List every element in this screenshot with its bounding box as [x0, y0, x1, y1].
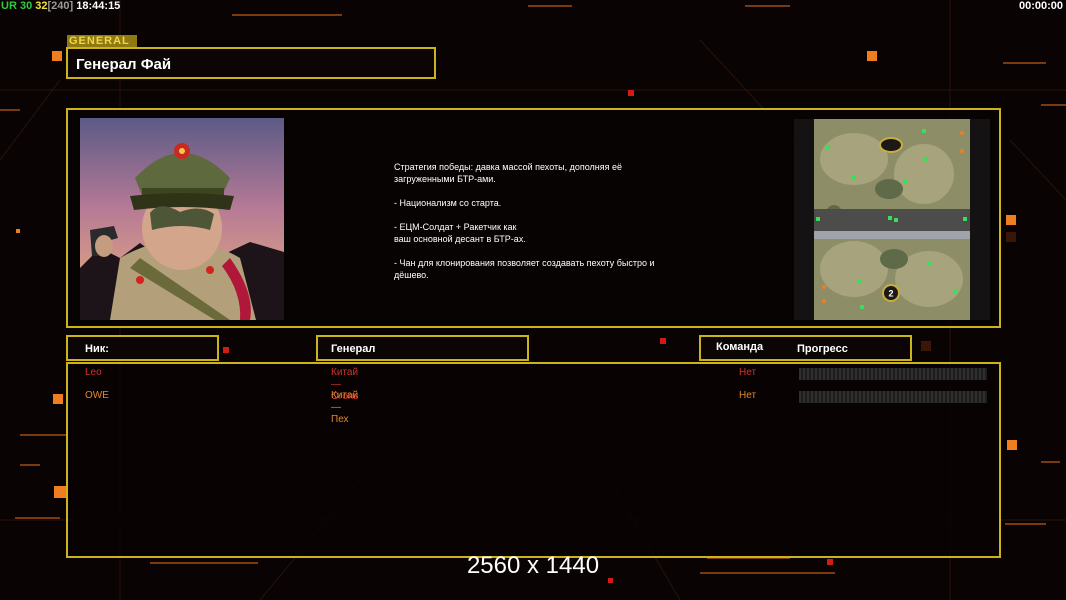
ur-label: UR: [1, 0, 17, 12]
fps-value: 32: [35, 0, 48, 12]
minimap: 2: [794, 119, 990, 320]
general-badge: GENERAL: [67, 35, 137, 47]
general-portrait: [80, 118, 284, 320]
ur-value: 30: [19, 0, 33, 12]
resolution-label: 2560 x 1440: [466, 552, 600, 579]
nick-header-label: Ник:: [85, 343, 109, 355]
general-title-frame: Генерал Фай: [66, 47, 436, 79]
clock: 18:44:15: [76, 0, 121, 12]
player-team: Нет: [739, 390, 757, 401]
nick-column-header: Ник:: [66, 335, 219, 361]
player-nick: Leo: [85, 367, 102, 378]
player-progress-bar: [799, 368, 987, 380]
team-header-label: Команда: [716, 341, 764, 353]
team-progress-column-header: Команда Прогресс: [699, 335, 912, 361]
general-name: Генерал Фай: [76, 56, 172, 73]
progress-header-label: Прогресс: [797, 343, 848, 355]
fps-counter: UR 30 32[240] 18:44:15: [1, 0, 120, 12]
fps-cap: [240]: [47, 0, 74, 12]
general-header-label: Генерал: [331, 343, 376, 355]
general-description: Стратегия победы: давка массой пехоты, д…: [394, 162, 655, 280]
general-column-header: Генерал: [316, 335, 529, 361]
start-position-label: 2: [888, 289, 893, 299]
player-nick: OWE: [85, 390, 109, 401]
player-team: Нет: [739, 367, 757, 378]
player-progress-bar: [799, 391, 987, 403]
game-timer: 00:00:00: [1018, 0, 1063, 12]
player-general: Китай — Пех: [331, 390, 359, 425]
